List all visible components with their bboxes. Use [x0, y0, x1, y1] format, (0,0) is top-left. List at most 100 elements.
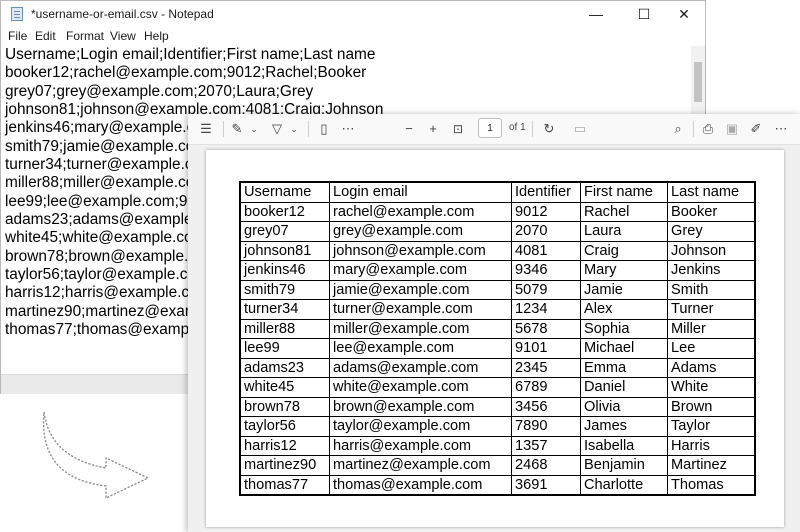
page-view-icon[interactable]: ▭	[571, 120, 589, 138]
vertical-scroll-thumb[interactable]	[694, 62, 702, 102]
table-cell: Alex	[580, 299, 668, 320]
toolbar-divider	[308, 121, 309, 137]
table-row: thomas77 thomas@example.com 3691 Charlotte T…	[239, 474, 756, 496]
notepad-title: *username-or-email.csv - Notepad	[31, 7, 214, 21]
menu-file[interactable]: File	[8, 29, 27, 43]
table-cell: smith79	[239, 279, 330, 300]
table-cell: Martinez	[667, 455, 756, 476]
text-line: grey07;grey@example.com;2070;Laura;Grey	[5, 82, 314, 100]
table-cell: 2468	[511, 455, 581, 476]
table-cell: Turner	[667, 299, 756, 320]
table-cell: turner34	[239, 299, 330, 320]
table-cell: 5079	[511, 279, 581, 300]
menu-format[interactable]: Format	[66, 29, 104, 43]
menu-help[interactable]: Help	[144, 29, 169, 43]
table-cell: Grey	[667, 221, 756, 242]
highlight-icon[interactable]: ✎	[228, 120, 246, 138]
more-icon[interactable]: ⋯	[339, 120, 357, 138]
table-cell: Lee	[667, 338, 756, 359]
zoom-out-icon[interactable]: −	[400, 120, 418, 138]
settings-more-icon[interactable]: ⋯	[772, 120, 790, 138]
table-cell: thomas@example.com	[329, 474, 512, 496]
pdf-viewer-window: ☰ ✎ ⌄ ▽ ⌄ ▯ ⋯ − + ⊡ 1 of 1 ↻ ▭ ⌕ ⎙ ▣ ✐ ⋯…	[188, 114, 800, 532]
table-cell: adams23	[239, 357, 330, 378]
chevron-down-icon[interactable]: ⌄	[245, 120, 263, 138]
table-cell: rachel@example.com	[329, 201, 512, 222]
table-cell: adams@example.com	[329, 357, 512, 378]
table-cell: Mary	[580, 260, 668, 281]
table-cell: booker12	[239, 201, 330, 222]
table-cell: Michael	[580, 338, 668, 359]
draw-icon[interactable]: ▽	[268, 120, 286, 138]
table-cell: jenkins46	[239, 260, 330, 281]
table-cell: brown78	[239, 396, 330, 417]
table-row: martinez90 martinez@example.com 2468 Benjam…	[239, 455, 756, 476]
table-cell: 9346	[511, 260, 581, 281]
table-cell: Daniel	[580, 377, 668, 398]
table-cell: Benjamin	[580, 455, 668, 476]
table-cell: 3456	[511, 396, 581, 417]
page-number-input[interactable]: 1	[478, 118, 502, 138]
column-header: Identifier	[511, 181, 581, 203]
page-count: of 1	[509, 122, 526, 133]
table-cell: white@example.com	[329, 377, 512, 398]
table-cell: white45	[239, 377, 330, 398]
table-cell: Rachel	[580, 201, 668, 222]
notepad-titlebar[interactable]: *username-or-email.csv - Notepad — ☐ ✕	[1, 1, 705, 28]
column-header: Last name	[667, 181, 756, 203]
menu-view[interactable]: View	[110, 29, 136, 43]
table-row: johnson81 johnson@example.com 4081 Craig Joh…	[239, 240, 756, 261]
table-cell: Thomas	[667, 474, 756, 496]
table-cell: 4081	[511, 240, 581, 261]
table-cell: Jenkins	[667, 260, 756, 281]
table-cell: taylor56	[239, 416, 330, 437]
table-cell: grey07	[239, 221, 330, 242]
table-cell: 1234	[511, 299, 581, 320]
zoom-in-icon[interactable]: +	[424, 120, 442, 138]
close-button[interactable]: ✕	[661, 1, 707, 28]
table-cell: 6789	[511, 377, 581, 398]
table-cell: miller88	[239, 318, 330, 339]
table-row: miller88 miller@example.com 5678 Sophia Mill…	[239, 318, 756, 339]
table-cell: Craig	[580, 240, 668, 261]
table-cell: White	[667, 377, 756, 398]
fit-page-icon[interactable]: ⊡	[449, 120, 467, 138]
table-cell: Isabella	[580, 435, 668, 456]
read-aloud-icon[interactable]: ▯	[315, 120, 333, 138]
save-as-icon[interactable]: ✐	[747, 120, 765, 138]
table-cell: Jamie	[580, 279, 668, 300]
table-header-row: Username Login email Identifier First name L…	[239, 181, 756, 203]
table-cell: Charlotte	[580, 474, 668, 496]
table-row: harris12 harris@example.com 1357 Isabella Ha…	[239, 435, 756, 456]
table-cell: jamie@example.com	[329, 279, 512, 300]
column-header: Login email	[329, 181, 512, 203]
table-cell: harris@example.com	[329, 435, 512, 456]
menu-edit[interactable]: Edit	[35, 29, 56, 43]
search-icon[interactable]: ⌕	[669, 120, 687, 138]
print-icon[interactable]: ⎙	[699, 120, 717, 138]
table-cell: Olivia	[580, 396, 668, 417]
table-cell: mary@example.com	[329, 260, 512, 281]
table-cell: Harris	[667, 435, 756, 456]
table-cell: martinez90	[239, 455, 330, 476]
minimize-button[interactable]: —	[573, 1, 619, 28]
contents-icon[interactable]: ☰	[197, 120, 215, 138]
column-header: Username	[239, 181, 330, 203]
toolbar-divider	[693, 121, 694, 137]
chevron-down-icon[interactable]: ⌄	[285, 120, 303, 138]
table-cell: 2345	[511, 357, 581, 378]
save-icon[interactable]: ▣	[723, 120, 741, 138]
column-header: First name	[580, 181, 668, 203]
table-cell: taylor@example.com	[329, 416, 512, 437]
table-cell: lee@example.com	[329, 338, 512, 359]
table-row: smith79 jamie@example.com 5079 Jamie Smith	[239, 279, 756, 300]
table-cell: Laura	[580, 221, 668, 242]
table-cell: lee99	[239, 338, 330, 359]
toolbar-divider	[223, 121, 224, 137]
table-cell: johnson81	[239, 240, 330, 261]
table-cell: James	[580, 416, 668, 437]
table-cell: grey@example.com	[329, 221, 512, 242]
table-row: taylor56 taylor@example.com 7890 James Taylo…	[239, 416, 756, 437]
table-cell: Johnson	[667, 240, 756, 261]
rotate-icon[interactable]: ↻	[540, 120, 558, 138]
